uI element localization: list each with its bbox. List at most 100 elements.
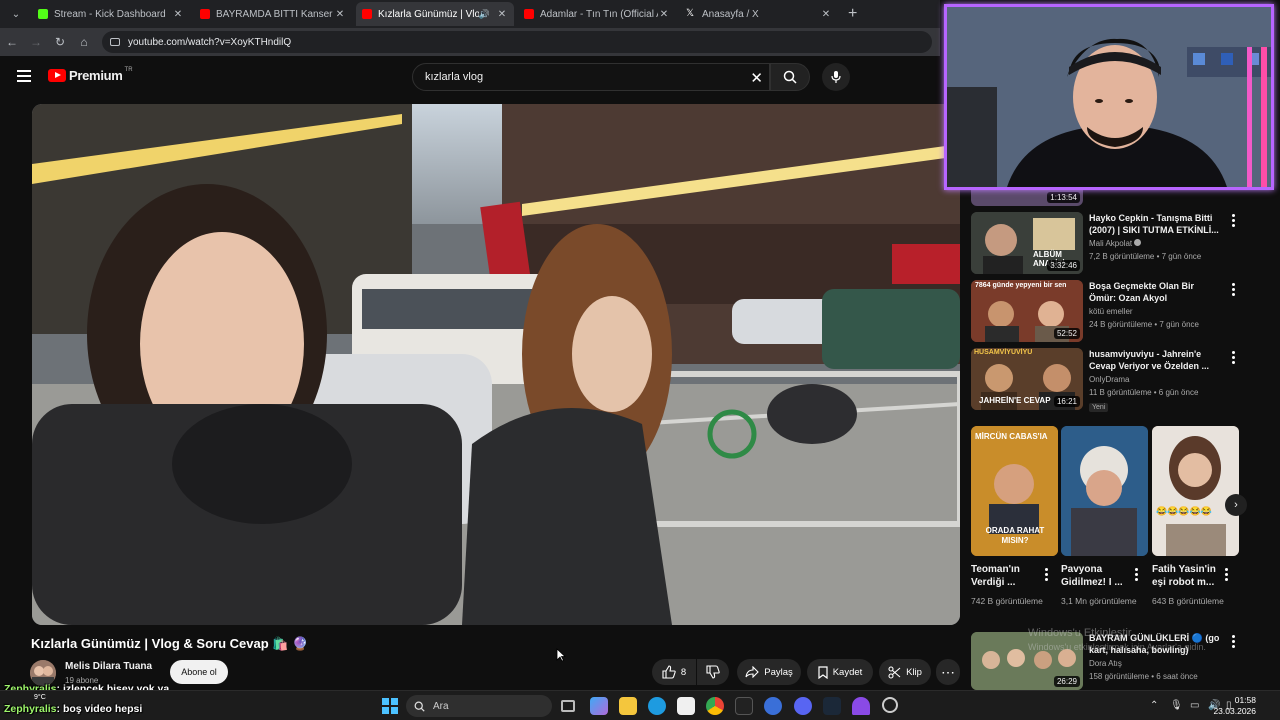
youtube-favicon-icon (362, 9, 372, 19)
video-duration: 52:52 (1053, 328, 1080, 339)
video-duration: 16:21 (1053, 396, 1080, 407)
recommendation-item[interactable]: ALBÜM ANALİZİ 3:32:46 Hayko Cepkin - Tan… (971, 212, 1221, 274)
share-button[interactable]: Paylaş (737, 659, 801, 685)
search-input[interactable] (425, 71, 745, 83)
tab-close-icon[interactable]: ✕ (496, 9, 508, 20)
tab-close-icon[interactable]: ✕ (658, 9, 670, 20)
recommendation-item[interactable]: HUSAMVİYUVİYU JAHREİN'E CEVAP 16:21 husa… (971, 348, 1221, 410)
shorts-next-button[interactable]: › (1225, 494, 1247, 516)
short-thumbnail[interactable]: 😂😂😂😂😂 (1152, 426, 1239, 556)
clock-time: 01:58 (1234, 695, 1256, 705)
browser-tab[interactable]: Stream - Kick Dashboard ✕ (32, 2, 190, 26)
menu-icon[interactable] (17, 70, 31, 85)
clip-button[interactable]: Klip (879, 659, 931, 685)
more-options-icon[interactable] (1232, 283, 1236, 298)
settings-gear-icon[interactable] (882, 697, 898, 713)
recommendation-channel[interactable]: kötü emeller (1089, 307, 1133, 316)
app-purple-icon[interactable] (852, 697, 870, 715)
more-options-icon[interactable] (1135, 568, 1139, 583)
more-options-icon[interactable] (1232, 635, 1236, 650)
browser-tab[interactable]: 𝕏 Anasayfa / X ✕ (680, 2, 838, 26)
recommendation-thumbnail[interactable]: ALBÜM ANALİZİ 3:32:46 (971, 212, 1083, 274)
start-button[interactable] (382, 698, 398, 714)
system-clock[interactable]: 01:58 23.03.2026 (1213, 695, 1256, 717)
short-title[interactable]: Teoman'ın Verdiği ... (971, 563, 1043, 589)
search-icon (783, 70, 797, 84)
show-hidden-icons-icon[interactable]: ⌃ (1150, 700, 1158, 711)
recommendation-channel[interactable]: OnlyDrama (1089, 375, 1129, 384)
back-icon[interactable]: ← (0, 35, 24, 49)
short-thumbnail[interactable] (1061, 426, 1148, 556)
discord-icon[interactable] (794, 697, 812, 715)
save-button[interactable]: Kaydet (807, 659, 873, 685)
address-bar[interactable]: youtube.com/watch?v=XoyKTHndilQ (102, 31, 932, 53)
watermark-line-1: Windows'u Etkinleştir (1028, 627, 1132, 639)
video-duration: 26:29 (1053, 676, 1080, 687)
logo-text: Premium (69, 68, 123, 83)
channel-name[interactable]: Melis Dilara Tuana (65, 661, 152, 672)
taskbar-search[interactable]: Ara (406, 695, 552, 717)
recommendation-thumbnail[interactable]: HUSAMVİYUVİYU JAHREİN'E CEVAP 16:21 (971, 348, 1083, 410)
browser-tab-active[interactable]: Kızlarla Günümüz | Vlog & Soru Cevap 🔊 ✕ (356, 2, 514, 26)
clear-search-icon[interactable]: ✕ (750, 69, 763, 87)
more-options-icon[interactable] (1232, 214, 1236, 229)
channel-label: Mali Akpolat (1089, 239, 1133, 248)
weather-widget[interactable]: 9°C (34, 694, 46, 701)
site-info-icon[interactable] (110, 38, 120, 46)
recommendation-meta: 7,2 B görüntüleme • 7 gün önce (1089, 252, 1202, 261)
microphone-tray-icon[interactable]: 🎙 (1170, 700, 1183, 711)
clock-date: 23.03.2026 (1213, 706, 1256, 716)
short-thumbnail[interactable]: MİRCÜN CABAS'IA ORADA RAHAT MISIN? (971, 426, 1058, 556)
youtube-logo[interactable]: Premium TR (48, 67, 133, 83)
voice-search-button[interactable] (822, 63, 850, 91)
recommendation-item[interactable]: 7864 günde yepyeni bir sen 52:52 Boşa Ge… (971, 280, 1221, 342)
tab-search-icon[interactable]: ⌄ (4, 4, 28, 24)
edge-icon[interactable] (648, 697, 666, 715)
short-title[interactable]: Fatih Yasin'in eşi robot m... (1152, 563, 1224, 589)
more-options-icon[interactable] (1232, 351, 1236, 366)
recommendation-channel[interactable]: Mali Akpolat (1089, 239, 1142, 248)
reload-icon[interactable]: ↻ (48, 35, 72, 49)
more-actions-button[interactable]: ⋯ (936, 659, 960, 685)
tab-close-icon[interactable]: ✕ (334, 9, 346, 20)
recommendation-thumbnail[interactable]: 7864 günde yepyeni bir sen 52:52 (971, 280, 1083, 342)
like-button[interactable]: 8 (652, 659, 696, 685)
recommendation-channel[interactable]: Dora Atış (1089, 659, 1122, 668)
thumbnail-image (1061, 426, 1148, 556)
more-options-icon[interactable] (1225, 568, 1229, 583)
chrome-icon[interactable] (706, 697, 724, 715)
home-icon[interactable]: ⌂ (72, 35, 96, 49)
steam-icon[interactable] (823, 697, 841, 715)
recommendation-title[interactable]: Hayko Cepkin - Tanışma Bitti (2007) | SI… (1089, 212, 1221, 236)
bookmark-icon (818, 665, 828, 679)
video-title: Kızlarla Günümüz | Vlog & Soru Cevap 🛍️ … (31, 636, 309, 651)
task-view-icon[interactable] (561, 700, 575, 712)
browser-tab[interactable]: Adamlar - Tın Tın (Official Audio) ✕ (518, 2, 676, 26)
video-player[interactable] (32, 104, 960, 625)
browser-tab[interactable]: BAYRAMDA BİTTİ Kanser olduk ✕ (194, 2, 352, 26)
obs-icon[interactable] (735, 697, 753, 715)
tab-close-icon[interactable]: ✕ (820, 9, 832, 20)
recommendation-title[interactable]: husamviyuviyu - Jahrein'e Cevap Veriyor … (1089, 348, 1221, 372)
store-icon[interactable] (677, 697, 695, 715)
windows-activation-watermark: Windows'u Etkinleştir Windows'u etkinleş… (1028, 626, 1206, 654)
widgets-icon[interactable] (590, 697, 608, 715)
tab-close-icon[interactable]: ✕ (172, 9, 184, 20)
network-icon[interactable]: ▭ (1190, 700, 1199, 711)
short-top-text: MİRCÜN CABAS'IA (975, 432, 1048, 441)
search-box: ✕ (412, 63, 770, 91)
forward-icon[interactable]: → (24, 35, 48, 49)
dislike-button[interactable] (697, 659, 729, 685)
url-text: youtube.com/watch?v=XoyKTHndilQ (128, 36, 292, 48)
short-title[interactable]: Pavyona Gidilmez! I ... (1061, 563, 1133, 589)
new-tab-icon[interactable]: + (848, 5, 857, 23)
search-icon (414, 701, 425, 712)
app-icon[interactable] (764, 697, 782, 715)
recommendation-title[interactable]: Boşa Geçmekte Olan Bir Ömür: Ozan Akyol (1089, 280, 1221, 304)
more-options-icon[interactable] (1045, 568, 1049, 583)
subscribe-button[interactable]: Abone ol (170, 660, 228, 684)
file-explorer-icon[interactable] (619, 697, 637, 715)
audio-playing-icon[interactable]: 🔊 (479, 9, 490, 20)
tab-title: BAYRAMDA BİTTİ Kanser olduk (216, 8, 334, 20)
search-button[interactable] (770, 63, 810, 91)
